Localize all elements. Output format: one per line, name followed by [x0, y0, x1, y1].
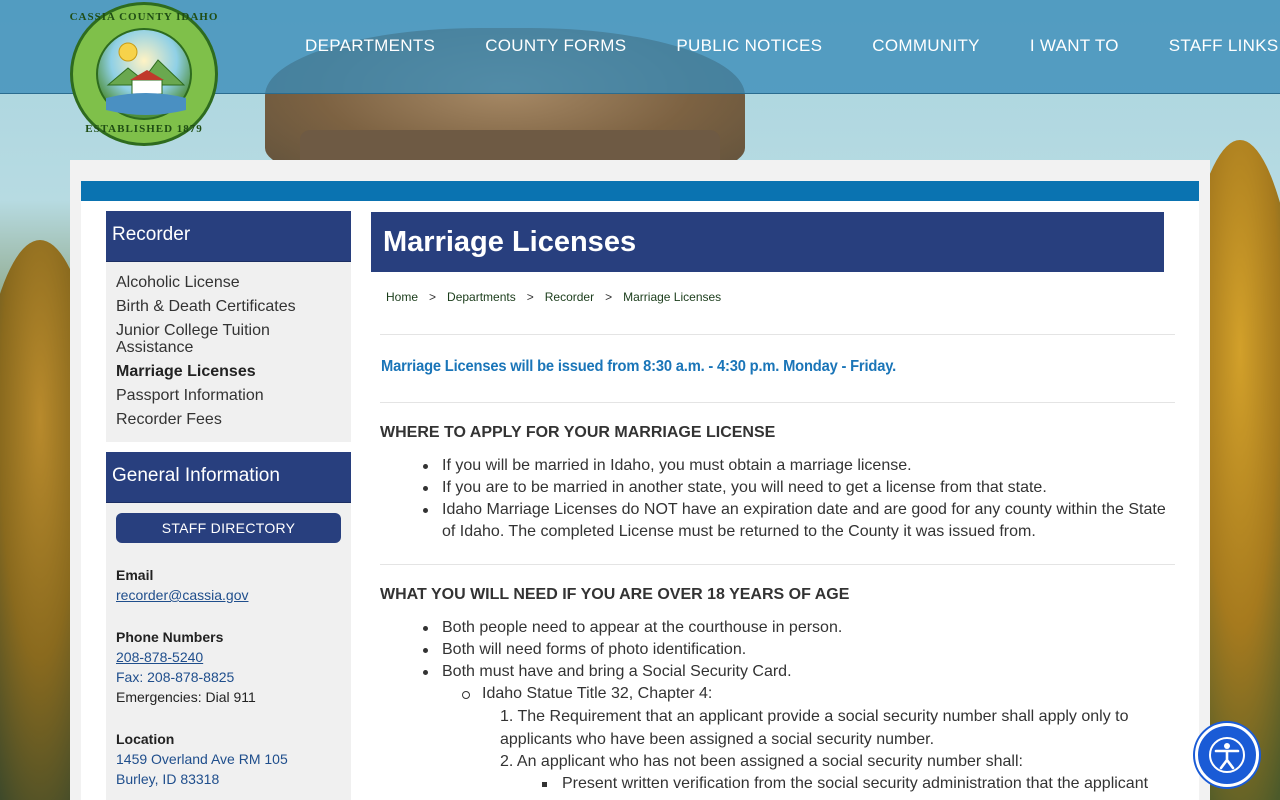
nav-staff-links[interactable]: STAFF LINKS	[1144, 36, 1280, 56]
general-info-box: STAFF DIRECTORY Email recorder@cassia.go…	[106, 503, 351, 800]
location-block: Location 1459 Overland Ave RM 105 Burley…	[116, 729, 341, 789]
email-block: Email recorder@cassia.gov	[116, 565, 341, 605]
list-item: If you are to be married in another stat…	[420, 477, 1170, 499]
list-item: Both will need forms of photo identifica…	[420, 639, 1170, 661]
seal-bottom-text: ESTABLISHED 1879	[85, 123, 203, 135]
phone-block: Phone Numbers 208-878-5240 Fax: 208-878-…	[116, 627, 341, 707]
where-to-apply-list: If you will be married in Idaho, you mus…	[420, 455, 1170, 543]
address-line-1: 1459 Overland Ave RM 105	[116, 751, 288, 767]
numbered-item: 2. An applicant who has not been assigne…	[500, 753, 1023, 770]
sidebar-item-alcoholic-license[interactable]: Alcoholic License	[116, 274, 341, 291]
list-item: If you will be married in Idaho, you mus…	[420, 455, 1170, 477]
nav-departments[interactable]: DEPARTMENTS	[280, 36, 460, 56]
list-item: Both must have and bring a Social Securi…	[420, 661, 1170, 683]
phone-label: Phone Numbers	[116, 629, 224, 645]
numbered-item: 1. The Requirement that an applicant pro…	[500, 708, 1129, 748]
accent-strip	[81, 181, 1199, 201]
accessibility-button[interactable]	[1195, 723, 1259, 787]
sidebar-item-birth-death-certificates[interactable]: Birth & Death Certificates	[116, 298, 341, 315]
section-heading-over-18: WHAT YOU WILL NEED IF YOU ARE OVER 18 YE…	[380, 586, 850, 603]
accessibility-icon	[1209, 737, 1245, 773]
sub-list-item: Idaho Statue Title 32, Chapter 4:	[460, 683, 712, 705]
breadcrumb-separator: >	[526, 290, 534, 304]
county-seal-logo[interactable]: CASSIA COUNTY IDAHO ESTABLISHED 1879	[70, 2, 218, 146]
divider	[380, 402, 1175, 403]
list-item: Idaho Marriage Licenses do NOT have an e…	[420, 499, 1170, 543]
phone-link[interactable]: 208-878-5240	[116, 649, 203, 665]
seal-scene-icon	[106, 42, 186, 115]
divider	[380, 564, 1175, 565]
nav-community[interactable]: COMMUNITY	[847, 36, 1005, 56]
nav-county-forms[interactable]: COUNTY FORMS	[460, 36, 651, 56]
main-nav: DEPARTMENTS COUNTY FORMS PUBLIC NOTICES …	[280, 36, 1280, 56]
statute-sub-list: Idaho Statue Title 32, Chapter 4:	[460, 683, 712, 705]
breadcrumb-departments[interactable]: Departments	[447, 290, 516, 304]
statute-numbered-list: 1. The Requirement that an applicant pro…	[500, 706, 1160, 774]
seal-top-text: CASSIA COUNTY IDAHO	[69, 11, 219, 23]
email-link[interactable]: recorder@cassia.gov	[116, 587, 249, 603]
sidebar-links: Alcoholic License Birth & Death Certific…	[106, 262, 351, 442]
location-label: Location	[116, 731, 175, 747]
sidebar-item-passport-information[interactable]: Passport Information	[116, 387, 341, 404]
page-title: Marriage Licenses	[371, 212, 1164, 272]
section-heading-where-to-apply: WHERE TO APPLY FOR YOUR MARRIAGE LICENSE	[380, 424, 776, 441]
nav-i-want-to[interactable]: I WANT TO	[1005, 36, 1144, 56]
breadcrumb-separator: >	[605, 290, 613, 304]
breadcrumb-current: Marriage Licenses	[623, 290, 722, 304]
breadcrumb: Home > Departments > Recorder > Marriage…	[386, 290, 721, 304]
staff-directory-button[interactable]: STAFF DIRECTORY	[116, 513, 341, 543]
fax-number: Fax: 208-878-8825	[116, 669, 235, 685]
sidebar-item-marriage-licenses[interactable]: Marriage Licenses	[116, 363, 341, 380]
sidebar-item-junior-college-tuition[interactable]: Junior College Tuition Assistance	[116, 322, 306, 356]
breadcrumb-separator: >	[429, 290, 437, 304]
breadcrumb-recorder[interactable]: Recorder	[545, 290, 594, 304]
email-label: Email	[116, 567, 154, 583]
sidebar-title: Recorder	[106, 211, 351, 262]
sidebar-gap	[106, 442, 351, 452]
sidebar: Recorder Alcoholic License Birth & Death…	[106, 211, 351, 800]
square-bullet-list: Present written verification from the so…	[540, 773, 1170, 795]
nav-public-notices[interactable]: PUBLIC NOTICES	[651, 36, 847, 56]
hours-note: Marriage Licenses will be issued from 8:…	[381, 358, 897, 375]
general-info-title: General Information	[106, 452, 351, 503]
seal-emblem	[96, 28, 192, 120]
emergency-number: Emergencies: Dial 911	[116, 689, 256, 705]
divider	[380, 334, 1175, 335]
list-item: Both people need to appear at the courth…	[420, 617, 1170, 639]
breadcrumb-home[interactable]: Home	[386, 290, 418, 304]
sidebar-item-recorder-fees[interactable]: Recorder Fees	[116, 411, 341, 428]
square-list-item: Present written verification from the so…	[540, 773, 1170, 795]
address-line-2: Burley, ID 83318	[116, 771, 220, 787]
over-18-list: Both people need to appear at the courth…	[420, 617, 1170, 683]
